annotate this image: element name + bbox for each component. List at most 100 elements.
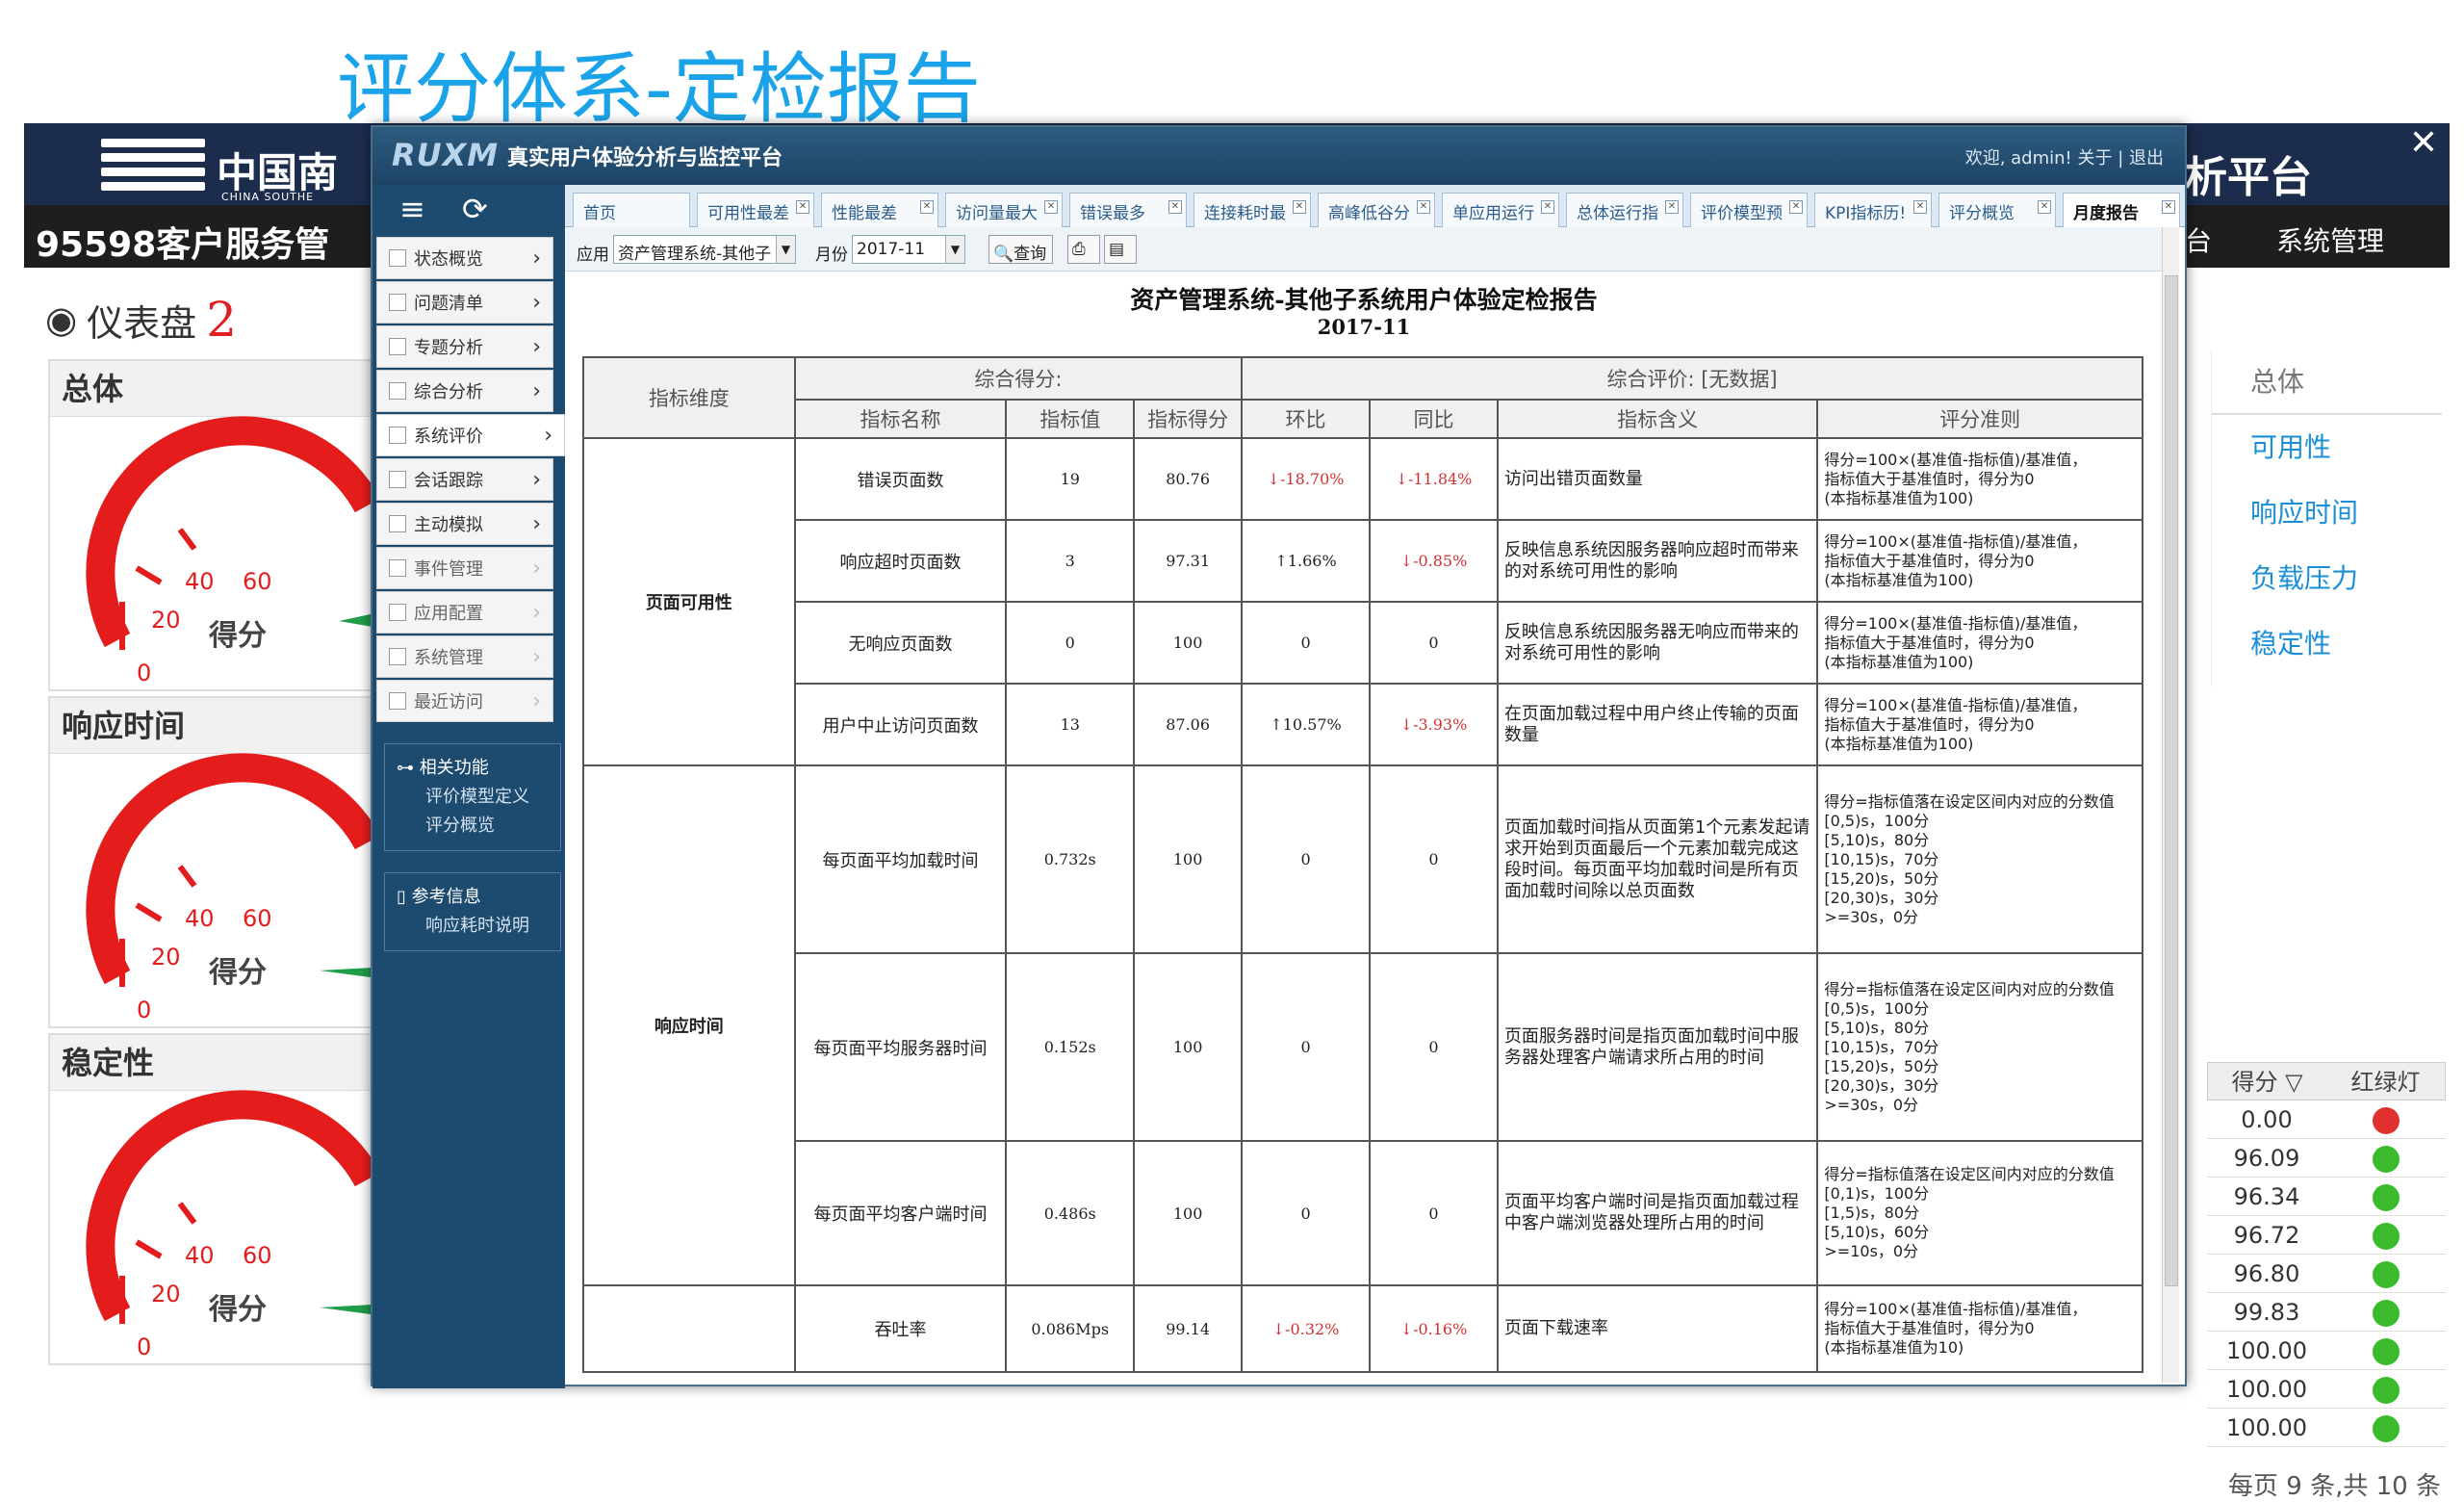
sidebar-item[interactable]: 最近访问 › [376,680,553,722]
table-row: 页面可用性 错误页面数 19 80.76 ↓-18.70% ↓-11.84% 访问出错页面数… [582,437,2143,766]
vertical-scrollbar[interactable] [2162,227,2179,1383]
close-tab-icon[interactable]: ✕ [1044,200,1058,214]
sidebar-item[interactable]: 事件管理 › [376,547,553,589]
related-link[interactable]: 评价模型定义 [397,783,551,812]
print-button[interactable]: ⎙ [1067,235,1100,264]
table-row: 响应超时页面数 3 97.31 ↑1.66% ↓-0.85% 反映信息系统因服务器响应超时… [583,519,2143,603]
score-row[interactable]: 96.80 [2207,1255,2446,1293]
tab-label: 连接耗时最 [1204,204,1286,223]
chevron-right-icon: › [532,600,541,625]
status-light-icon [2373,1415,2400,1442]
chevron-right-icon: › [532,246,541,271]
right-menu-item-response-time[interactable]: 响应时间 [2212,480,2442,546]
right-menu-item-load[interactable]: 负载压力 [2212,546,2442,611]
tab[interactable]: 评分概览 ✕ [1938,193,2056,227]
score-row[interactable]: 96.72 [2207,1216,2446,1255]
related-link[interactable]: 评分概览 [397,812,551,841]
dimension-header: 指标维度 [582,356,796,439]
metric-name: 每页面平均服务器时间 [793,952,1008,1142]
menu-icon [389,692,406,710]
sidebar-item[interactable]: 会话跟踪 › [376,458,553,501]
app-select[interactable]: 资产管理系统-其他子 ▼ [613,235,796,264]
metric-meaning: 反映信息系统因服务器响应超时而带来的对系统可用性的影响 [1496,519,1819,603]
right-menu-item-overall[interactable]: 总体 [2212,350,2442,415]
score-row[interactable]: 100.00 [2207,1332,2446,1370]
sidebar-item-label: 最近访问 [414,692,483,712]
sidebar-menu: 状态概览 › 问题清单 › 专题分析 › 综合分析 › 系统评价 › 会话跟踪 › 主动模拟 › 事件管理 ›… [372,237,565,722]
logo-subtext: CHINA SOUTHE [221,191,315,203]
sidebar-item[interactable]: 综合分析 › [376,370,553,412]
tab[interactable]: 总体运行指 ✕ [1566,193,1683,227]
score-row[interactable]: 99.83 [2207,1293,2446,1332]
print-icon: ⎙ [1072,240,1086,259]
scoring-rule: 得分=100×(基准值-指标值)/基准值， 指标值大于基准值时，得分为0 (本指… [1816,1284,2143,1373]
metric-score: 100 [1133,764,1244,954]
close-tab-icon[interactable]: ✕ [1789,200,1803,214]
nav-item-partial[interactable]: 台 [2185,220,2212,259]
metric-name: 无响应页面数 [793,601,1008,685]
export-button[interactable]: ▤ [1104,235,1137,264]
tab[interactable]: 月度报告 ✕ [2063,193,2180,227]
close-tab-icon[interactable]: ✕ [2162,200,2175,214]
score-value: 96.72 [2233,1222,2300,1249]
hotline-title: 95598客户服务管 [36,225,330,265]
tab[interactable]: 连接耗时最 ✕ [1194,193,1311,227]
light-column-header[interactable]: 红绿灯 [2326,1063,2445,1100]
gauge-tick: 60 [243,905,272,932]
reference-info: ▯ 参考信息 响应耗时说明 [384,872,561,951]
sidebar-item[interactable]: 系统管理 › [376,635,553,678]
close-tab-icon[interactable]: ✕ [1417,200,1430,214]
close-tab-icon[interactable]: ✕ [1913,200,1927,214]
tab[interactable]: 评价模型预 ✕ [1690,193,1808,227]
score-row[interactable]: 0.00 [2207,1101,2446,1139]
right-menu-item-stability[interactable]: 稳定性 [2212,611,2442,677]
score-row[interactable]: 100.00 [2207,1370,2446,1409]
yoy-change: 0 [1369,952,1499,1142]
score-row[interactable]: 96.34 [2207,1178,2446,1216]
close-tab-icon[interactable]: ✕ [1541,200,1554,214]
app-label: 应用 [577,246,609,265]
score-row[interactable]: 96.09 [2207,1139,2446,1178]
right-menu-item-availability[interactable]: 可用性 [2212,415,2442,480]
query-button[interactable]: 🔍查询 [988,235,1054,264]
related-functions: ⊶ 相关功能 评价模型定义 评分概览 [384,743,561,851]
pager-text: 每页 9 条,共 10 条 [2228,1472,2441,1501]
tab[interactable]: 首页 [573,193,690,227]
status-light-icon [2373,1338,2400,1365]
close-tab-icon[interactable]: ✕ [796,200,809,214]
score-value: 100.00 [2226,1337,2307,1364]
close-tab-icon[interactable]: ✕ [1665,200,1679,214]
sidebar-item[interactable]: 应用配置 › [376,591,553,634]
scrollbar-thumb[interactable] [2165,275,2178,1286]
close-tab-icon[interactable]: ✕ [1293,200,1306,214]
month-select[interactable]: 2017-11 ▼ [852,235,965,264]
tab[interactable]: 单应用运行 ✕ [1442,193,1559,227]
close-tab-icon[interactable]: ✕ [920,200,934,214]
slide-title: 评分体系-定检报告 [337,44,981,134]
reference-link[interactable]: 响应耗时说明 [397,912,551,941]
tab[interactable]: 高峰低谷分 ✕ [1318,193,1435,227]
sidebar-item[interactable]: 状态概览 › [376,237,553,279]
nav-item-system-management[interactable]: 系统管理 [2276,220,2384,259]
sidebar-tools[interactable]: ≡ ⟳ [372,185,565,235]
tab[interactable]: 性能最差 ✕ [821,193,938,227]
sidebar-item[interactable]: 主动模拟 › [376,503,553,545]
score-column-header[interactable]: 得分 ▽ [2208,1063,2326,1100]
tab[interactable]: KPI指标历! ✕ [1814,193,1932,227]
close-tab-icon[interactable]: ✕ [1168,200,1182,214]
sidebar-item[interactable]: 问题清单 › [376,281,553,324]
score-row[interactable]: 100.00 [2207,1409,2446,1447]
tab[interactable]: 访问量最大 ✕ [945,193,1063,227]
tab-label: 访问量最大 [956,204,1038,223]
tab[interactable]: 错误最多 ✕ [1069,193,1187,227]
chevron-down-icon[interactable]: ▼ [776,236,795,263]
close-tab-icon[interactable]: ✕ [2038,200,2051,214]
metric-meaning: 页面加载时间指从页面第1个元素发起请求开始到页面最后一个元素加载完成这段时间。每… [1496,764,1819,954]
tab[interactable]: 可用性最差 ✕ [697,193,814,227]
close-icon[interactable]: ✕ [2409,123,2438,163]
related-title: ⊶ 相关功能 [397,758,489,778]
user-links[interactable]: 欢迎, admin! 关于 | 退出 [1965,144,2164,169]
sidebar-item[interactable]: 专题分析 › [376,325,553,368]
chevron-down-icon[interactable]: ▼ [945,236,964,263]
sidebar-item[interactable]: 系统评价 › [376,414,565,456]
